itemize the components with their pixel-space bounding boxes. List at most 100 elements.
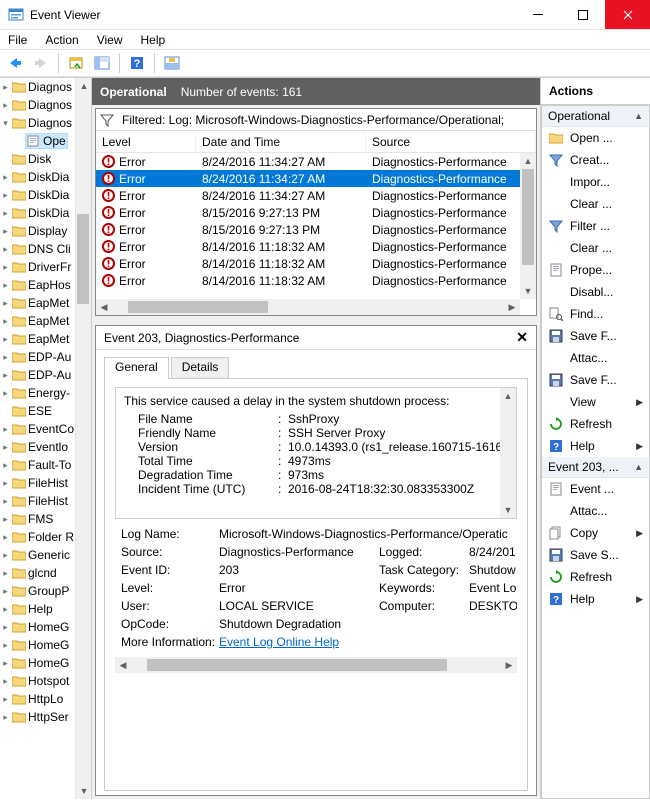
action-item[interactable]: Attac...: [542, 500, 649, 522]
level-text: Error: [119, 189, 146, 203]
back-button[interactable]: [4, 52, 26, 74]
tree-label: HomeG: [28, 656, 69, 670]
level-text: Error: [119, 274, 146, 288]
submenu-icon: ▶: [636, 528, 643, 539]
action-item[interactable]: ?Help▶: [542, 588, 649, 610]
detail-header: Operational Number of events: 161: [92, 78, 540, 105]
action-item[interactable]: Save S...: [542, 544, 649, 566]
action-item[interactable]: Creat...: [542, 149, 649, 171]
close-detail-icon[interactable]: ✕: [516, 329, 528, 346]
val-opcode: Shutdown Degradation: [219, 617, 517, 631]
forward-button[interactable]: [30, 52, 52, 74]
action-item[interactable]: Refresh: [542, 566, 649, 588]
more-info-link[interactable]: Event Log Online Help: [219, 635, 339, 649]
tree-label: FileHist: [28, 476, 68, 490]
action-item[interactable]: Attac...: [542, 347, 649, 369]
tree-label: DriverFr: [28, 260, 71, 274]
event-row[interactable]: Error8/24/2016 11:34:27 AMDiagnostics-Pe…: [96, 170, 520, 187]
blank-icon: [548, 394, 564, 410]
error-icon: [102, 240, 115, 253]
close-button[interactable]: [605, 0, 650, 29]
desc-val: 2016-08-24T18:32:30.083353300Z: [288, 482, 508, 496]
tree-pane: ▸Diagnos▸Diagnos▾DiagnosOpeDisk▸DiskDia▸…: [0, 78, 92, 799]
action-item[interactable]: Filter ...: [542, 215, 649, 237]
menu-view[interactable]: View: [95, 32, 125, 48]
col-level[interactable]: Level: [96, 131, 196, 152]
tree-scrollbar[interactable]: ▲ ▼: [75, 78, 91, 799]
val-level: Error: [219, 581, 379, 595]
col-datetime[interactable]: Date and Time: [196, 131, 366, 152]
menu-action[interactable]: Action: [43, 32, 80, 48]
event-row[interactable]: Error8/15/2016 9:27:13 PMDiagnostics-Per…: [96, 221, 520, 238]
event-row[interactable]: Error8/14/2016 11:18:32 AMDiagnostics-Pe…: [96, 272, 520, 289]
properties-icon[interactable]: [65, 52, 87, 74]
help-toolbar-icon[interactable]: ?: [126, 52, 148, 74]
action-section[interactable]: Operational▲: [542, 106, 649, 127]
action-item[interactable]: Copy▶: [542, 522, 649, 544]
action-item[interactable]: Event ...: [542, 478, 649, 500]
event-row[interactable]: Error8/14/2016 11:18:32 AMDiagnostics-Pe…: [96, 255, 520, 272]
menu-file[interactable]: File: [6, 32, 29, 48]
panes-icon[interactable]: [91, 52, 113, 74]
action-label: Help: [570, 439, 595, 453]
action-item[interactable]: ?Help▶: [542, 435, 649, 457]
tree-label: glcnd: [28, 566, 57, 580]
tree-label: HomeG: [28, 638, 69, 652]
event-row[interactable]: Error8/24/2016 11:34:27 AMDiagnostics-Pe…: [96, 187, 520, 204]
action-item[interactable]: View▶: [542, 391, 649, 413]
action-section[interactable]: Event 203, ...▲: [542, 457, 649, 478]
action-item[interactable]: Impor...: [542, 171, 649, 193]
list-vscroll[interactable]: ▲▼: [520, 153, 536, 299]
action-item[interactable]: Open ...: [542, 127, 649, 149]
menu-help[interactable]: Help: [139, 32, 168, 48]
action-item[interactable]: Find...: [542, 303, 649, 325]
src-text: Diagnostics-Performance: [366, 257, 520, 271]
detail-hscroll[interactable]: ◀▶: [115, 657, 517, 673]
action-item[interactable]: Disabl...: [542, 281, 649, 303]
tree-label: Diagnos: [28, 98, 72, 112]
svg-text:?: ?: [134, 58, 141, 70]
tab-general[interactable]: General: [104, 357, 169, 379]
action-item[interactable]: Save F...: [542, 369, 649, 391]
desc-val: SSH Server Proxy: [288, 426, 508, 440]
action-label: Creat...: [570, 153, 609, 167]
filter-row: Filtered: Log: Microsoft-Windows-Diagnos…: [96, 109, 536, 131]
tree-label: Help: [28, 602, 53, 616]
prop-icon: [548, 481, 564, 497]
desc-header: This service caused a delay in the syste…: [124, 394, 508, 408]
action-label: View: [570, 395, 596, 409]
error-icon: [102, 189, 115, 202]
event-row[interactable]: Error8/24/2016 11:34:27 AMDiagnostics-Pe…: [96, 153, 520, 170]
preview-pane-icon[interactable]: [161, 52, 183, 74]
blank-icon: [548, 174, 564, 190]
desc-vscroll[interactable]: ▲ ▼: [500, 388, 516, 518]
event-count: Number of events: 161: [181, 85, 302, 99]
tabs: General Details: [104, 356, 528, 378]
tree-label: Diagnos: [28, 116, 72, 130]
lbl-computer: Computer:: [379, 599, 469, 613]
action-item[interactable]: Save F...: [542, 325, 649, 347]
listview-header[interactable]: Level Date and Time Source: [96, 131, 536, 153]
description-box: This service caused a delay in the syste…: [115, 387, 517, 519]
list-hscroll[interactable]: ◀▶: [96, 299, 520, 315]
dt-text: 8/15/2016 9:27:13 PM: [196, 206, 366, 220]
maximize-button[interactable]: [560, 0, 605, 29]
action-label: Save F...: [570, 329, 617, 343]
col-source[interactable]: Source: [366, 131, 536, 152]
refresh-icon: [548, 416, 564, 432]
action-item[interactable]: Refresh: [542, 413, 649, 435]
action-item[interactable]: Clear ...: [542, 193, 649, 215]
funnel-icon: [548, 152, 564, 168]
tree-label: ESE: [28, 404, 52, 418]
tree-label: Energy-: [28, 386, 70, 400]
action-item[interactable]: Clear ...: [542, 237, 649, 259]
minimize-button[interactable]: [515, 0, 560, 29]
event-row[interactable]: Error8/14/2016 11:18:32 AMDiagnostics-Pe…: [96, 238, 520, 255]
action-item[interactable]: Prope...: [542, 259, 649, 281]
tree-label: DNS Cli: [28, 242, 71, 256]
tab-details[interactable]: Details: [171, 357, 230, 379]
event-row[interactable]: Error8/15/2016 9:27:13 PMDiagnostics-Per…: [96, 204, 520, 221]
desc-val: 4973ms: [288, 454, 508, 468]
tree-label: Fault-To: [28, 458, 71, 472]
tree-label: EDP-Au: [28, 368, 71, 382]
